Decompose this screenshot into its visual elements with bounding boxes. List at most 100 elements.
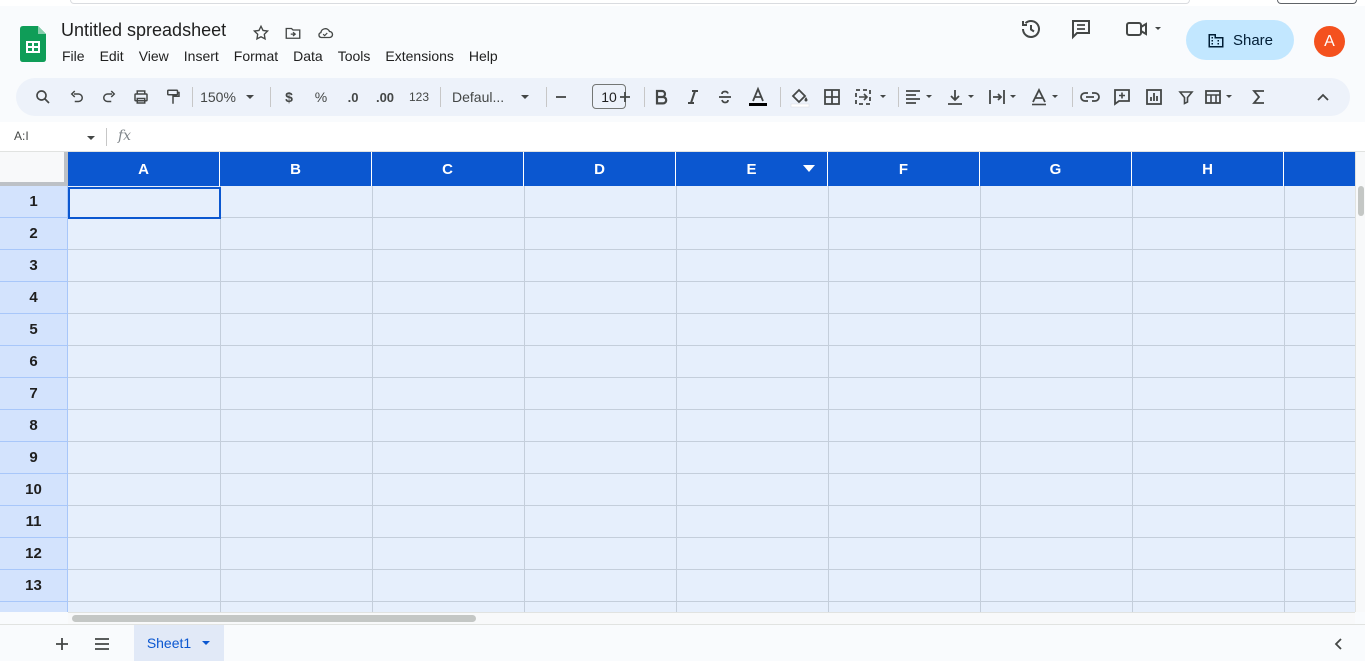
name-box[interactable]: A:I bbox=[14, 129, 29, 143]
menu-tools[interactable]: Tools bbox=[338, 48, 379, 64]
active-cell-a1[interactable] bbox=[68, 187, 221, 219]
functions-sigma-icon[interactable] bbox=[1248, 78, 1270, 116]
column-header-e[interactable]: E bbox=[676, 152, 828, 186]
decrease-font-size-icon[interactable] bbox=[552, 78, 570, 116]
text-color-icon[interactable] bbox=[746, 78, 770, 116]
insert-chart-icon[interactable] bbox=[1142, 78, 1166, 116]
share-button[interactable]: Share bbox=[1186, 20, 1294, 60]
move-folder-icon[interactable] bbox=[282, 22, 304, 44]
row-header-3[interactable]: 3 bbox=[0, 250, 68, 282]
column-e-dropdown-icon[interactable] bbox=[803, 165, 815, 172]
paint-format-icon[interactable] bbox=[162, 78, 184, 116]
row-header-4[interactable]: 4 bbox=[0, 282, 68, 314]
text-wrapping-icon[interactable] bbox=[988, 78, 1022, 116]
zoom-select[interactable]: 150% bbox=[196, 78, 240, 116]
all-sheets-menu-icon[interactable] bbox=[91, 633, 113, 655]
row-header-9[interactable]: 9 bbox=[0, 442, 68, 474]
row-header-11[interactable]: 11 bbox=[0, 506, 68, 538]
column-header-g[interactable]: G bbox=[980, 152, 1132, 186]
column-header-f[interactable]: F bbox=[828, 152, 980, 186]
column-header-b[interactable]: B bbox=[220, 152, 372, 186]
redo-icon[interactable] bbox=[98, 78, 120, 116]
toolbar: 150% $ % .0 .00 123 Defaul... 10 bbox=[16, 78, 1350, 116]
select-all-corner[interactable] bbox=[0, 152, 68, 186]
more-formats-button[interactable]: 123 bbox=[406, 78, 432, 116]
undo-icon[interactable] bbox=[66, 78, 88, 116]
grid-row-line bbox=[68, 473, 1355, 474]
meet-video-icon[interactable] bbox=[1122, 16, 1166, 42]
horizontal-scroll-thumb[interactable] bbox=[72, 615, 476, 622]
menu-view[interactable]: View bbox=[139, 48, 177, 64]
add-sheet-icon[interactable] bbox=[51, 633, 73, 655]
row-header-5[interactable]: 5 bbox=[0, 314, 68, 346]
sheets-logo-icon[interactable] bbox=[20, 26, 46, 62]
text-rotation-icon[interactable] bbox=[1030, 78, 1064, 116]
menu-file[interactable]: File bbox=[62, 48, 93, 64]
row-header-1[interactable]: 1 bbox=[0, 186, 68, 218]
fill-color-icon[interactable] bbox=[788, 78, 812, 116]
fx-icon: fx bbox=[118, 128, 132, 144]
grid-row-line bbox=[68, 249, 1355, 250]
menu-edit[interactable]: Edit bbox=[100, 48, 132, 64]
horizontal-align-icon[interactable] bbox=[904, 78, 938, 116]
decrease-decimal-button[interactable]: .0 bbox=[340, 78, 366, 116]
bold-icon[interactable] bbox=[652, 78, 670, 116]
borders-icon[interactable] bbox=[820, 78, 844, 116]
column-header-d[interactable]: D bbox=[524, 152, 676, 186]
column-header-a[interactable]: A bbox=[68, 152, 220, 186]
column-header-h[interactable]: H bbox=[1132, 152, 1284, 186]
sheet-tab[interactable]: Sheet1 bbox=[134, 625, 224, 661]
hide-menus-chevron-up-icon[interactable] bbox=[1312, 78, 1334, 116]
zoom-dropdown-icon[interactable] bbox=[244, 78, 256, 116]
filter-views-icon[interactable] bbox=[1204, 78, 1238, 116]
horizontal-scrollbar[interactable] bbox=[68, 612, 1355, 624]
row-header-12[interactable]: 12 bbox=[0, 538, 68, 570]
filter-icon[interactable] bbox=[1174, 78, 1198, 116]
menu-bar: File Edit View Insert Format Data Tools … bbox=[62, 48, 513, 64]
spreadsheet-grid[interactable]: ABCDEFGH 1 2 3 4 5 6 7 8 9 10 11 12 13 bbox=[0, 152, 1355, 612]
vertical-scrollbar[interactable] bbox=[1355, 152, 1365, 612]
menu-data[interactable]: Data bbox=[293, 48, 331, 64]
insert-link-icon[interactable] bbox=[1078, 78, 1102, 116]
avatar[interactable]: A bbox=[1314, 26, 1345, 57]
vertical-align-icon[interactable] bbox=[946, 78, 980, 116]
insert-comment-icon[interactable] bbox=[1110, 78, 1134, 116]
menu-extensions[interactable]: Extensions bbox=[385, 48, 461, 64]
row-header-10[interactable]: 10 bbox=[0, 474, 68, 506]
currency-format-button[interactable]: $ bbox=[280, 78, 298, 116]
document-title[interactable]: Untitled spreadsheet bbox=[61, 20, 226, 41]
sheet-tab-dropdown-icon[interactable] bbox=[201, 638, 211, 648]
menu-help[interactable]: Help bbox=[469, 48, 506, 64]
row-header-8[interactable]: 8 bbox=[0, 410, 68, 442]
increase-font-size-icon[interactable] bbox=[616, 78, 634, 116]
row-header-7[interactable]: 7 bbox=[0, 378, 68, 410]
merge-cells-icon[interactable] bbox=[854, 78, 888, 116]
star-icon[interactable] bbox=[250, 22, 272, 44]
version-history-icon[interactable] bbox=[1018, 16, 1044, 42]
explore-chevron-left-icon[interactable] bbox=[1327, 633, 1349, 655]
font-family-select[interactable]: Defaul... bbox=[452, 78, 516, 116]
grid-row-line bbox=[68, 601, 1355, 602]
column-header-partial[interactable] bbox=[1284, 152, 1355, 186]
menu-format[interactable]: Format bbox=[234, 48, 286, 64]
row-header-6[interactable]: 6 bbox=[0, 346, 68, 378]
row-header-partial[interactable] bbox=[0, 602, 68, 612]
percent-format-button[interactable]: % bbox=[312, 78, 330, 116]
comments-icon[interactable] bbox=[1068, 16, 1094, 42]
grid-row-line bbox=[68, 441, 1355, 442]
grid-row-line bbox=[68, 377, 1355, 378]
font-dropdown-icon[interactable] bbox=[519, 78, 531, 116]
strikethrough-icon[interactable] bbox=[716, 78, 734, 116]
italic-icon[interactable] bbox=[684, 78, 702, 116]
row-header-13[interactable]: 13 bbox=[0, 570, 68, 602]
cloud-saved-icon[interactable] bbox=[314, 22, 336, 44]
row-header-2[interactable]: 2 bbox=[0, 218, 68, 250]
vertical-scroll-thumb[interactable] bbox=[1358, 186, 1364, 216]
name-box-dropdown-icon[interactable] bbox=[86, 130, 96, 148]
print-icon[interactable] bbox=[130, 78, 152, 116]
menu-insert[interactable]: Insert bbox=[184, 48, 227, 64]
share-label: Share bbox=[1232, 31, 1274, 49]
column-header-c[interactable]: C bbox=[372, 152, 524, 186]
search-menus-icon[interactable] bbox=[32, 78, 54, 116]
increase-decimal-button[interactable]: .00 bbox=[372, 78, 398, 116]
